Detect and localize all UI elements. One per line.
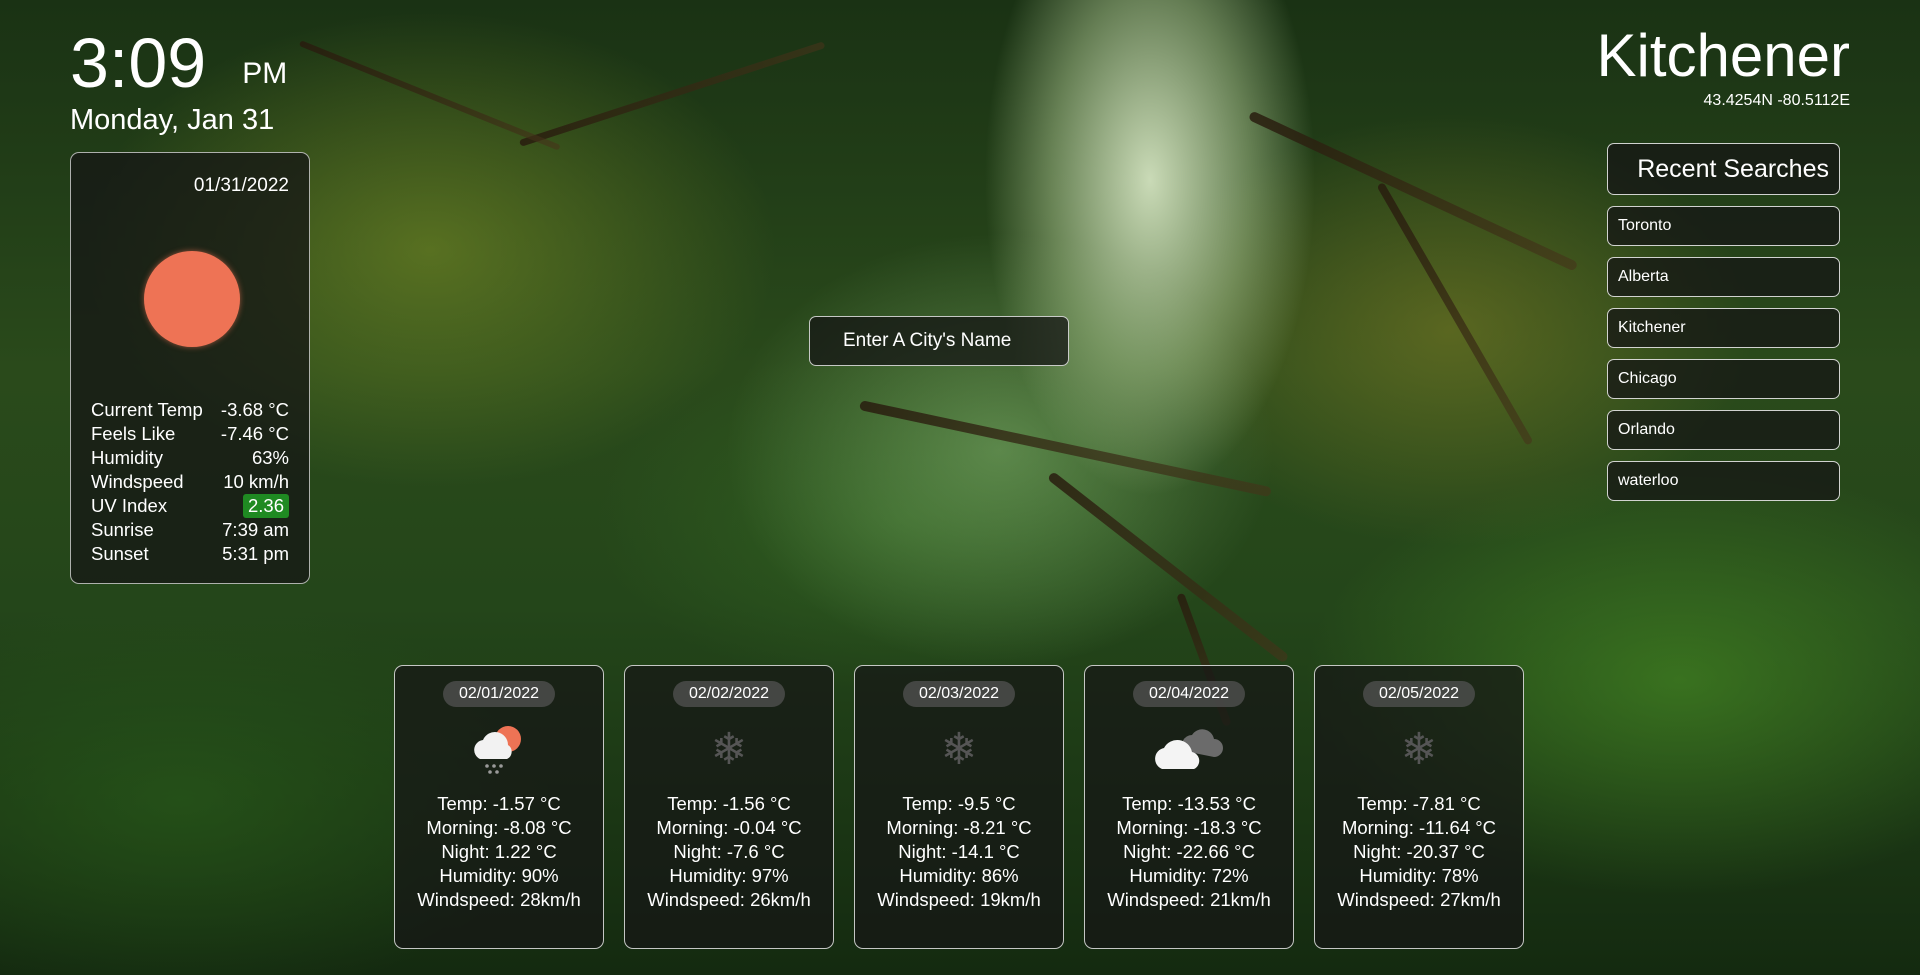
stat-humidity: Humidity 63% <box>91 446 289 470</box>
forecast-details: Temp: -13.53 °C Morning: -18.3 °C Night:… <box>1085 792 1293 912</box>
forecast-night: Night: -22.66 °C <box>1123 841 1255 862</box>
clock-ampm: PM <box>242 57 288 90</box>
forecast-morning: Morning: -8.21 °C <box>886 817 1032 838</box>
recent-search-waterloo[interactable]: waterloo <box>1607 461 1840 501</box>
city-search-input[interactable] <box>809 316 1069 366</box>
forecast-date: 02/03/2022 <box>902 681 1016 707</box>
forecast-night: Night: -20.37 °C <box>1353 841 1485 862</box>
stat-label: Sunset <box>91 543 149 564</box>
snowflake-icon: ❄ <box>710 723 748 775</box>
forecast-night: Night: -7.6 °C <box>673 841 785 862</box>
forecast-windspeed: Windspeed: 26km/h <box>647 889 811 910</box>
forecast-temp: Temp: -1.57 °C <box>437 793 561 814</box>
today-weather-card: 01/31/2022 Current Temp -3.68 °C Feels L… <box>70 152 310 584</box>
sun-icon <box>144 251 240 347</box>
stat-sunset: Sunset 5:31 pm <box>91 542 289 566</box>
snowflake-icon: ❄ <box>1400 723 1438 775</box>
forecast-humidity: Humidity: 78% <box>1359 865 1479 886</box>
forecast-details: Temp: -1.57 °C Morning: -8.08 °C Night: … <box>395 792 603 912</box>
stat-label: Humidity <box>91 447 163 468</box>
forecast-humidity: Humidity: 72% <box>1129 865 1249 886</box>
stat-value: 10 km/h <box>223 471 289 492</box>
stat-value: 5:31 pm <box>222 543 289 564</box>
forecast-windspeed: Windspeed: 27km/h <box>1337 889 1501 910</box>
stat-label: UV Index <box>91 495 168 516</box>
city-coordinates: 43.4254N -80.5112E <box>1703 92 1850 109</box>
stat-feels-like: Feels Like -7.46 °C <box>91 422 289 446</box>
stat-label: Sunrise <box>91 519 154 540</box>
forecast-card: 02/03/2022 ❄ Temp: -9.5 °C Morning: -8.2… <box>854 665 1064 949</box>
forecast-windspeed: Windspeed: 28km/h <box>417 889 581 910</box>
stat-value: 63% <box>251 447 289 468</box>
clock-time: 3:09 <box>70 24 207 102</box>
recent-search-chicago[interactable]: Chicago <box>1607 359 1840 399</box>
cloud-icon <box>1085 709 1293 789</box>
stat-current-temp: Current Temp -3.68 °C <box>91 398 289 422</box>
forecast-temp: Temp: -9.5 °C <box>902 793 1016 814</box>
forecast-morning: Morning: -18.3 °C <box>1116 817 1262 838</box>
current-date: Monday, Jan 31 <box>70 104 275 136</box>
forecast-night: Night: -14.1 °C <box>898 841 1020 862</box>
recent-search-orlando[interactable]: Orlando <box>1607 410 1840 450</box>
forecast-row: 02/01/2022 Temp: -1.57 °C Morning: -8.08… <box>394 665 1524 949</box>
city-name: Kitchener <box>1596 22 1850 89</box>
recent-search-kitchener[interactable]: Kitchener <box>1607 308 1840 348</box>
forecast-humidity: Humidity: 97% <box>669 865 789 886</box>
forecast-temp: Temp: -13.53 °C <box>1122 793 1256 814</box>
stat-label: Feels Like <box>91 423 176 444</box>
forecast-morning: Morning: -8.08 °C <box>426 817 572 838</box>
forecast-date: 02/01/2022 <box>442 681 556 707</box>
forecast-details: Temp: -1.56 °C Morning: -0.04 °C Night: … <box>625 792 833 912</box>
forecast-date: 02/04/2022 <box>1132 681 1246 707</box>
forecast-card: 02/04/2022 Temp: -13.53 °C Morning: -18.… <box>1084 665 1294 949</box>
today-date: 01/31/2022 <box>193 175 289 196</box>
stat-uv-index: UV Index 2.36 <box>91 494 289 518</box>
snowflake-icon: ❄ <box>940 723 978 775</box>
today-stats: Current Temp -3.68 °C Feels Like -7.46 °… <box>91 398 289 566</box>
uv-index-badge: 2.36 <box>242 494 289 518</box>
forecast-windspeed: Windspeed: 21km/h <box>1107 889 1271 910</box>
forecast-humidity: Humidity: 90% <box>439 865 559 886</box>
stat-value: -7.46 °C <box>220 423 289 444</box>
recent-searches: Recent Searches Toronto Alberta Kitchene… <box>1607 143 1840 501</box>
stat-label: Current Temp <box>91 399 203 420</box>
rain-cloud-sun-icon <box>395 709 603 789</box>
forecast-morning: Morning: -11.64 °C <box>1341 817 1497 838</box>
recent-searches-title: Recent Searches <box>1607 143 1840 195</box>
forecast-windspeed: Windspeed: 19km/h <box>877 889 1041 910</box>
forecast-card: 02/05/2022 ❄ Temp: -7.81 °C Morning: -11… <box>1314 665 1524 949</box>
forecast-details: Temp: -9.5 °C Morning: -8.21 °C Night: -… <box>855 792 1063 912</box>
stat-windspeed: Windspeed 10 km/h <box>91 470 289 494</box>
forecast-card: 02/01/2022 Temp: -1.57 °C Morning: -8.08… <box>394 665 604 949</box>
forecast-temp: Temp: -1.56 °C <box>667 793 791 814</box>
stat-value: -3.68 °C <box>220 399 289 420</box>
forecast-details: Temp: -7.81 °C Morning: -11.64 °C Night:… <box>1315 792 1523 912</box>
recent-search-toronto[interactable]: Toronto <box>1607 206 1840 246</box>
forecast-night: Night: 1.22 °C <box>441 841 557 862</box>
forecast-date: 02/05/2022 <box>1362 681 1476 707</box>
stat-sunrise: Sunrise 7:39 am <box>91 518 289 542</box>
stat-value: 7:39 am <box>222 519 289 540</box>
stat-label: Windspeed <box>91 471 184 492</box>
clock: 3:09 PM <box>70 24 287 102</box>
forecast-card: 02/02/2022 ❄ Temp: -1.56 °C Morning: -0.… <box>624 665 834 949</box>
forecast-morning: Morning: -0.04 °C <box>656 817 802 838</box>
forecast-temp: Temp: -7.81 °C <box>1357 793 1481 814</box>
forecast-humidity: Humidity: 86% <box>899 865 1019 886</box>
recent-search-alberta[interactable]: Alberta <box>1607 257 1840 297</box>
forecast-date: 02/02/2022 <box>672 681 786 707</box>
location-header: Kitchener 43.4254N -80.5112E <box>1597 22 1850 110</box>
